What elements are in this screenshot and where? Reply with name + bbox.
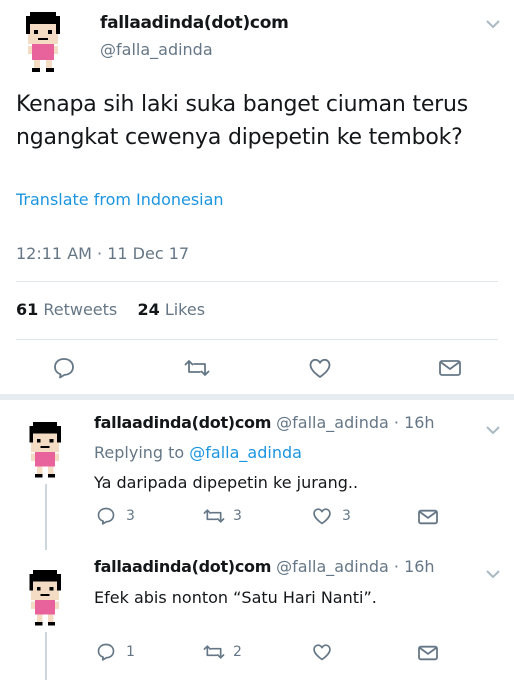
dm-button[interactable] (438, 358, 462, 378)
reply-handle-time[interactable]: @falla_adinda · 16h (276, 557, 434, 576)
reply-count: 3 (126, 508, 135, 524)
chevron-down-icon[interactable] (485, 564, 501, 583)
likes-stat[interactable]: 24 Likes (137, 300, 205, 319)
retweet-count: 3 (233, 508, 242, 524)
divider (16, 281, 498, 282)
display-name[interactable]: fallaadinda(dot)com (100, 13, 289, 33)
reply-button[interactable]: 1 (96, 642, 135, 662)
like-button[interactable] (308, 356, 332, 380)
engagement-stats: 61 Retweets 24 Likes (16, 300, 205, 319)
retweets-count: 61 (16, 300, 39, 319)
translate-link[interactable]: Translate from Indonesian (16, 190, 224, 209)
reply-icon (54, 358, 74, 379)
reply-display-name[interactable]: fallaadinda(dot)com (94, 557, 271, 576)
likes-label: Likes (164, 300, 206, 319)
reply-button[interactable]: 3 (96, 506, 135, 526)
reply-count: 1 (126, 644, 135, 660)
heart-icon (313, 508, 331, 525)
dm-button[interactable] (417, 508, 439, 526)
heart-icon (313, 644, 331, 661)
like-count: 3 (342, 508, 351, 524)
chevron-down-icon[interactable] (485, 14, 501, 33)
reply-button[interactable] (52, 356, 76, 380)
envelope-icon (439, 360, 461, 376)
replying-prefix: Replying to (94, 443, 185, 462)
reply-display-name[interactable]: fallaadinda(dot)com (94, 413, 271, 432)
thread-line (45, 484, 47, 550)
reply-avatar[interactable] (22, 568, 70, 626)
replying-to: Replying to @falla_adinda (94, 443, 302, 462)
thread-line (45, 632, 47, 680)
like-button[interactable] (312, 642, 342, 662)
retweet-button[interactable] (184, 356, 210, 380)
retweet-icon (203, 509, 225, 523)
likes-count: 24 (137, 300, 160, 319)
tweet-text: Kenapa sih laki suka banget ciuman terus… (16, 92, 469, 150)
like-button[interactable]: 3 (312, 506, 351, 526)
handle[interactable]: @falla_adinda (100, 40, 213, 59)
reply-text: Ya daripada dipepetin ke jurang.. (94, 473, 359, 492)
retweet-icon (203, 645, 225, 659)
heart-icon (309, 358, 331, 378)
replying-to-handle[interactable]: @falla_adinda (189, 443, 302, 462)
reply-header: fallaadinda(dot)com @falla_adinda · 16h (94, 557, 435, 576)
divider (16, 339, 498, 340)
chevron-down-icon[interactable] (485, 420, 501, 439)
reply-handle-time[interactable]: @falla_adinda · 16h (276, 413, 434, 432)
envelope-icon (418, 509, 438, 525)
retweet-button[interactable]: 3 (203, 506, 242, 526)
reply-avatar[interactable] (22, 420, 70, 478)
retweets-label: Retweets (43, 300, 118, 319)
timestamp[interactable]: 12:11 AM · 11 Dec 17 (16, 244, 189, 263)
reply-text: Efek abis nonton “Satu Hari Nanti”. (94, 588, 377, 607)
reply-icon (97, 507, 115, 525)
retweet-count: 2 (233, 644, 242, 660)
retweet-icon (184, 360, 210, 376)
retweet-button[interactable]: 2 (203, 642, 242, 662)
reply-icon (97, 643, 115, 661)
dm-button[interactable] (417, 644, 439, 662)
retweets-stat[interactable]: 61 Retweets (16, 300, 117, 319)
avatar[interactable] (18, 10, 70, 72)
envelope-icon (418, 645, 438, 661)
reply-header: fallaadinda(dot)com @falla_adinda · 16h (94, 413, 435, 432)
divider (0, 394, 514, 400)
